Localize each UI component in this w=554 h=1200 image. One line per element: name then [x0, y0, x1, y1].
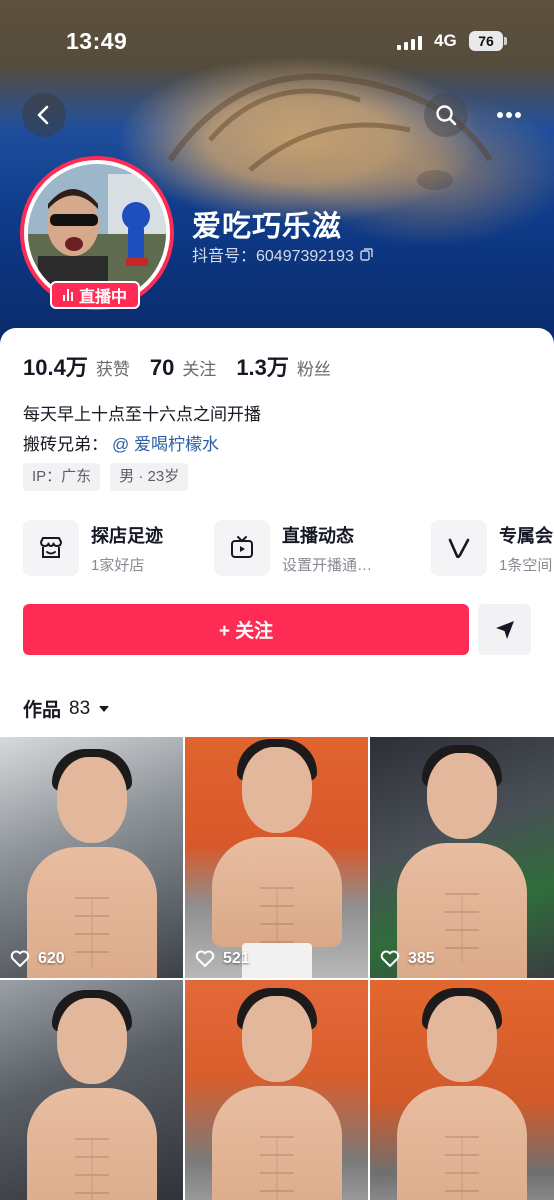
video-likes-count: 521 — [223, 950, 250, 967]
search-button[interactable] — [424, 93, 468, 137]
stat-likes[interactable]: 10.4万 获赞 — [23, 350, 130, 382]
video-person — [17, 988, 167, 1200]
feature-subtitle: 1家好店 — [91, 556, 145, 574]
stat-label: 获赞 — [95, 360, 130, 379]
back-button[interactable] — [22, 93, 66, 137]
profile-stats: 10.4万 获赞 70 关注 1.3万 粉丝 — [23, 350, 331, 382]
stat-followers[interactable]: 1.3万 粉丝 — [236, 350, 331, 382]
stat-value: 1.3万 — [236, 355, 289, 380]
feature-shop-visits[interactable]: 探店足迹 1家好店 — [23, 520, 163, 576]
heart-icon — [195, 950, 215, 967]
follow-button[interactable]: + 关注 — [23, 604, 469, 655]
feature-title: 探店足迹 — [91, 525, 163, 546]
battery-icon: 76 — [469, 31, 507, 51]
video-person — [202, 737, 352, 978]
profile-card: 10.4万 获赞 70 关注 1.3万 粉丝 每天早上十点至十六点之间开播 搬砖… — [0, 328, 554, 1200]
feature-subtitle: 1条空间 — [499, 556, 553, 574]
video-grid: 620 521 385 — [0, 737, 554, 1200]
feature-row: 探店足迹 1家好店 直播动态 设置开播通… 专属会 1条空间 — [23, 520, 554, 576]
works-tab-count: 83 — [69, 697, 91, 719]
bio-mention-link[interactable]: @ 爱喝柠檬水 — [112, 435, 219, 454]
network-label: 4G — [434, 31, 457, 50]
message-button[interactable] — [478, 604, 531, 655]
feature-title: 直播动态 — [282, 525, 354, 546]
live-badge-label: 直播中 — [78, 289, 127, 306]
feature-title: 专属会 — [499, 525, 553, 546]
video-thumbnail[interactable]: 620 — [0, 737, 183, 978]
stat-value: 70 — [149, 355, 175, 380]
shop-icon — [23, 520, 79, 576]
search-icon — [436, 105, 457, 126]
video-thumbnail[interactable]: 521 — [185, 737, 368, 978]
feature-exclusive[interactable]: 专属会 1条空间 — [431, 520, 553, 576]
profile-nickname: 爱吃巧乐滋 — [192, 211, 343, 243]
tab-works[interactable]: 作品 83 — [23, 695, 110, 722]
bio-line-2: 搬砖兄弟： @ 爱喝柠檬水 — [23, 430, 219, 455]
feature-live-updates[interactable]: 直播动态 设置开播通… — [214, 520, 372, 576]
video-likes: 385 — [380, 950, 435, 968]
video-likes-count: 620 — [38, 950, 65, 967]
stat-label: 关注 — [182, 360, 217, 379]
signal-icon — [397, 34, 422, 50]
stat-value: 10.4万 — [23, 355, 88, 380]
bio-line-1: 每天早上十点至十六点之间开播 — [23, 405, 261, 424]
live-badge[interactable]: 直播中 — [50, 281, 140, 309]
works-tab-label: 作品 — [23, 700, 62, 721]
video-thumbnail[interactable] — [0, 980, 183, 1200]
douyin-id[interactable]: 抖音号：60497392193 — [192, 242, 373, 266]
video-likes-count: 385 — [408, 950, 435, 967]
gender-age-tag: 男 · 23岁 — [110, 463, 189, 491]
ip-tag: IP：广东 — [23, 463, 101, 491]
video-person — [387, 743, 537, 978]
live-bars-icon — [62, 289, 73, 301]
status-time: 13:49 — [66, 28, 128, 54]
video-thumbnail[interactable] — [185, 980, 368, 1200]
heart-icon — [380, 950, 400, 967]
douyin-id-text: 抖音号：60497392193 — [192, 248, 354, 265]
video-person — [387, 986, 537, 1200]
more-icon — [497, 112, 521, 118]
video-thumbnail[interactable]: 385 — [370, 737, 554, 978]
stat-following[interactable]: 70 关注 — [150, 355, 216, 381]
stat-label: 粉丝 — [296, 360, 331, 379]
caret-down-icon — [99, 705, 110, 712]
send-icon — [495, 620, 514, 639]
copy-icon — [360, 247, 373, 261]
more-button[interactable] — [487, 93, 531, 137]
tv-icon — [214, 520, 270, 576]
feature-subtitle: 设置开播通… — [282, 556, 373, 574]
status-bar: 13:49 4G 76 — [0, 28, 554, 56]
chevron-left-icon — [37, 105, 49, 125]
bio-prefix: 搬砖兄弟： — [23, 435, 108, 454]
video-likes: 521 — [195, 950, 250, 968]
video-person — [202, 986, 352, 1200]
video-likes: 620 — [10, 950, 65, 968]
video-thumbnail[interactable] — [370, 980, 554, 1200]
profile-tags: IP：广东 男 · 23岁 — [23, 463, 189, 491]
video-person — [17, 747, 167, 978]
v-logo-icon — [431, 520, 487, 576]
heart-icon — [10, 950, 30, 967]
